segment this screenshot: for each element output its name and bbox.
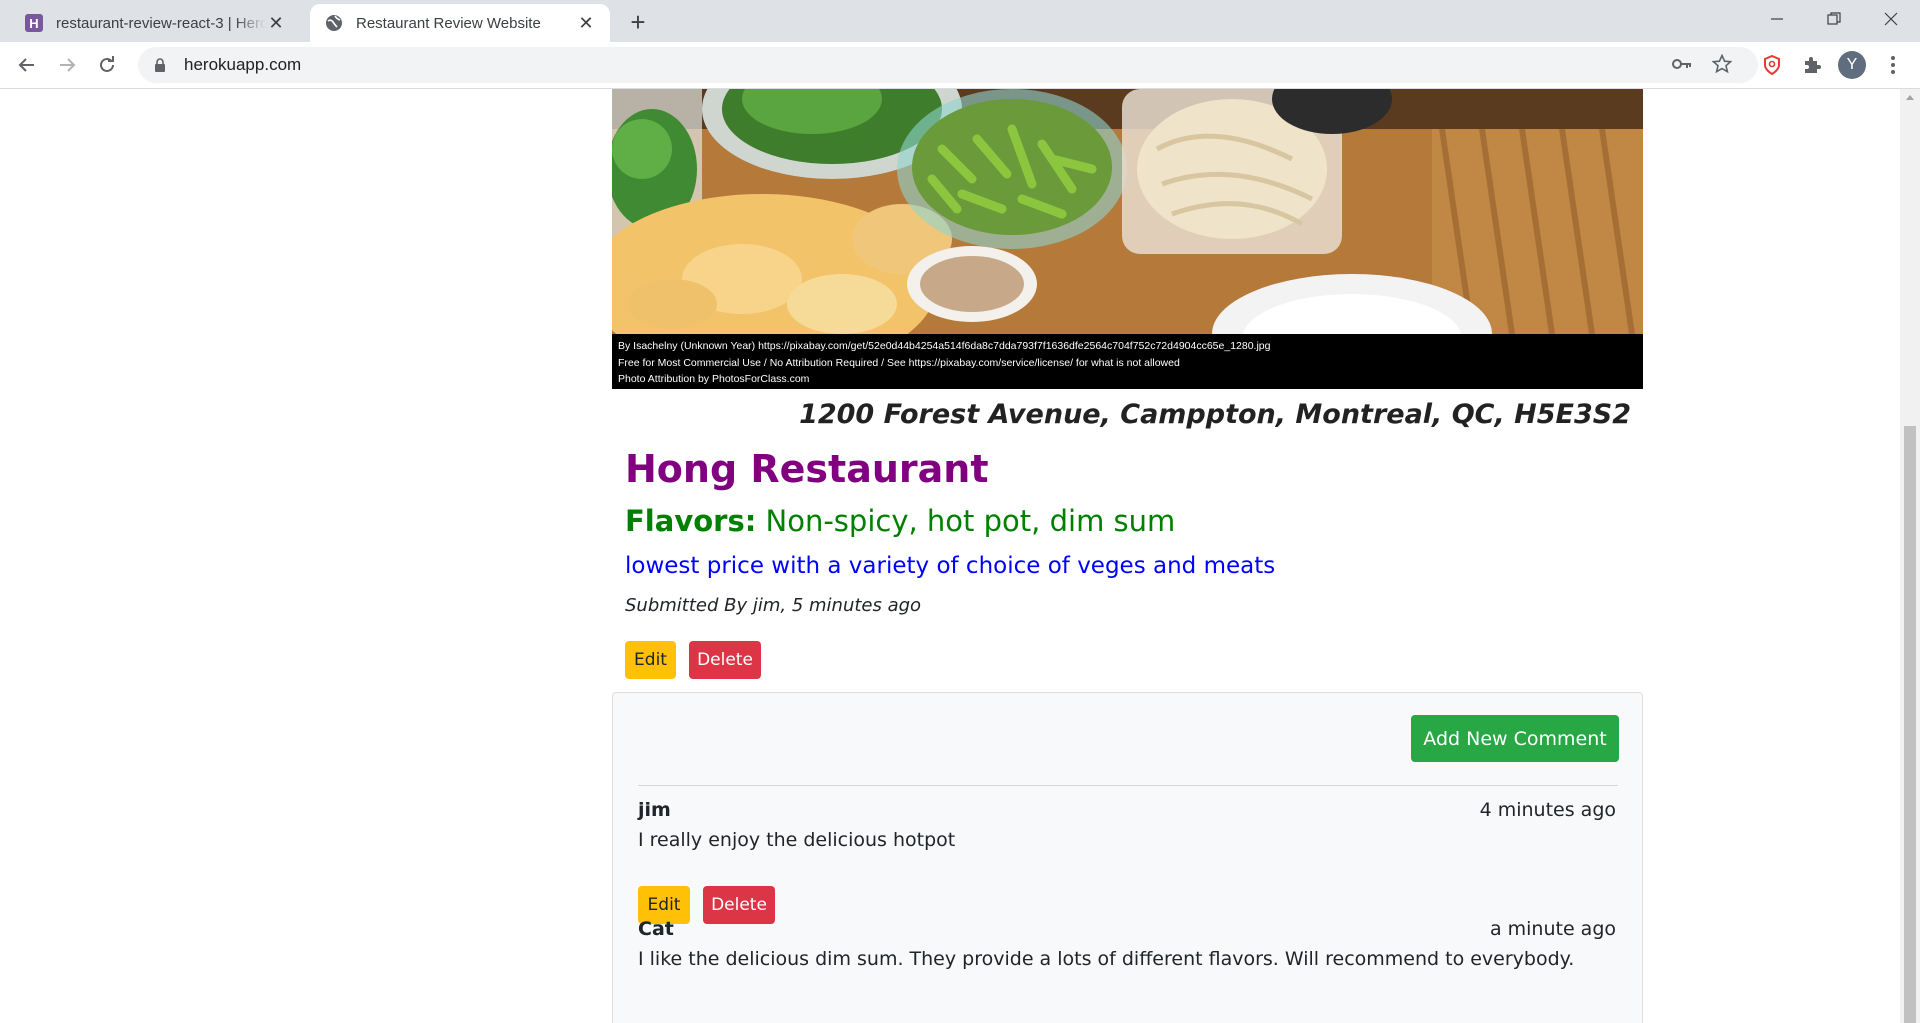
svg-text:H: H bbox=[29, 16, 38, 31]
new-tab-icon[interactable]: + bbox=[624, 7, 652, 37]
caption-line: By Isachelny (Unknown Year) https://pixa… bbox=[618, 340, 1271, 352]
comment-text: I really enjoy the delicious hotpot bbox=[638, 829, 956, 851]
restaurant-flavors: Flavors: Non-spicy, hot pot, dim sum bbox=[625, 504, 1175, 538]
page-viewport: By Isachelny (Unknown Year) https://pixa… bbox=[0, 89, 1900, 1023]
add-comment-button[interactable]: Add New Comment bbox=[1411, 715, 1619, 762]
restaurant-description: lowest price with a variety of choice of… bbox=[625, 553, 1276, 579]
key-icon[interactable] bbox=[1668, 50, 1696, 78]
tab-strip: H restaurant-review-react-3 | Heroku ✕ R… bbox=[0, 0, 1920, 42]
tab-label: Restaurant Review Website bbox=[356, 14, 541, 32]
comment-time: 4 minutes ago bbox=[1479, 799, 1616, 821]
scrollbar-thumb[interactable] bbox=[1904, 426, 1916, 1023]
comments-section: Add New Comment jim 4 minutes ago I real… bbox=[612, 692, 1643, 1023]
restaurant-address: 1200 Forest Avenue, Camppton, Montreal, … bbox=[799, 399, 1631, 430]
edit-restaurant-button[interactable]: Edit bbox=[625, 641, 676, 679]
restaurant-name: Hong Restaurant bbox=[625, 447, 989, 491]
reload-icon[interactable] bbox=[92, 50, 122, 80]
restore-icon[interactable] bbox=[1805, 0, 1863, 38]
food-image bbox=[612, 89, 1643, 334]
flavors-label: Flavors: bbox=[625, 504, 757, 538]
flavors-value: Non-spicy, hot pot, dim sum bbox=[765, 504, 1176, 538]
tab-label: restaurant-review-react-3 | Heroku bbox=[56, 14, 266, 32]
submitted-by: Submitted By jim, 5 minutes ago bbox=[625, 595, 922, 616]
browser-toolbar: herokuapp.com Y bbox=[0, 42, 1920, 89]
delete-comment-button[interactable]: Delete bbox=[703, 886, 775, 924]
comment-text: I like the delicious dim sum. They provi… bbox=[638, 948, 1575, 970]
more-menu-icon[interactable] bbox=[1878, 50, 1908, 80]
minimize-icon[interactable] bbox=[1748, 0, 1806, 38]
heroku-icon: H bbox=[24, 13, 44, 33]
divider bbox=[638, 785, 1618, 786]
delete-restaurant-button[interactable]: Delete bbox=[689, 641, 761, 679]
photo-attribution: By Isachelny (Unknown Year) https://pixa… bbox=[612, 334, 1643, 389]
address-bar[interactable]: herokuapp.com bbox=[138, 47, 1758, 83]
back-icon[interactable] bbox=[12, 50, 42, 80]
comment-time: a minute ago bbox=[1489, 918, 1616, 940]
close-window-icon[interactable] bbox=[1862, 0, 1920, 38]
avatar: Y bbox=[1838, 51, 1866, 79]
caption-line: Free for Most Commercial Use / No Attrib… bbox=[618, 356, 1180, 369]
tab-heroku[interactable]: H restaurant-review-react-3 | Heroku ✕ bbox=[10, 4, 300, 42]
extension-shield-icon[interactable] bbox=[1757, 50, 1787, 80]
restaurant-photo bbox=[612, 89, 1643, 334]
tab-restaurant-review[interactable]: Restaurant Review Website ✕ bbox=[310, 4, 610, 42]
caption-line: Photo Attribution by PhotosForClass.com bbox=[618, 373, 810, 385]
url-text: herokuapp.com bbox=[184, 55, 302, 74]
vertical-scrollbar[interactable] bbox=[1900, 89, 1920, 1023]
comment-author: jim bbox=[638, 799, 671, 821]
close-icon[interactable]: ✕ bbox=[576, 13, 596, 33]
forward-icon[interactable] bbox=[52, 50, 82, 80]
lock-icon[interactable] bbox=[152, 57, 168, 73]
extensions-puzzle-icon[interactable] bbox=[1797, 50, 1827, 80]
comment-author: Cat bbox=[638, 918, 674, 940]
star-icon[interactable] bbox=[1708, 50, 1736, 78]
scroll-up-icon[interactable] bbox=[1900, 89, 1920, 105]
globe-icon bbox=[324, 13, 344, 33]
close-icon[interactable]: ✕ bbox=[266, 13, 286, 33]
profile-avatar[interactable]: Y bbox=[1837, 50, 1867, 80]
